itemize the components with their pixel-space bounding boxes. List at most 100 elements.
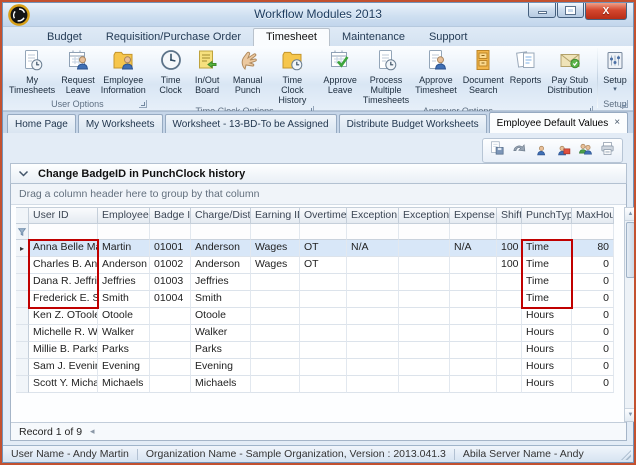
ribbon-tab-budget[interactable]: Budget [35,29,94,46]
grid-cell[interactable]: Jeffries [98,274,150,291]
grid-cell[interactable] [497,308,522,325]
approve-timesheet-button[interactable]: Approve Timesheet [413,47,459,96]
grid-cell[interactable] [347,325,399,342]
grid-cell[interactable]: Hours [522,359,572,376]
grid-cell[interactable] [347,376,399,393]
doc-tab-my-worksheets[interactable]: My Worksheets [78,114,163,133]
grid-cell[interactable]: Anderson [98,257,150,274]
grid-cell[interactable]: Hours [522,342,572,359]
grid-cell[interactable] [251,342,300,359]
grid-cell[interactable]: Wages [251,240,300,257]
print-button[interactable] [598,141,617,160]
grid-cell[interactable]: Anderson [191,257,251,274]
grid-cell[interactable] [497,274,522,291]
scroll-up-icon[interactable]: ▲ [625,208,636,221]
ribbon-tab-maintenance[interactable]: Maintenance [330,29,417,46]
table-row[interactable]: Frederick E. SmithSmith01004SmithTime0 [16,291,614,308]
undo-button[interactable] [510,141,529,160]
column-header-maxhours[interactable]: MaxHours [572,207,614,224]
grid-cell[interactable]: 100 [497,240,522,257]
doc-tab-worksheet-bd-to-be-assigned[interactable]: Worksheet - 13-BD-To be Assigned [165,114,337,133]
grid-cell[interactable]: 0 [572,342,614,359]
grid-cell[interactable]: Anderson [191,240,251,257]
column-header-overtime-id[interactable]: Overtime ID [300,207,347,224]
grid-cell[interactable] [450,274,497,291]
section-header[interactable]: Change BadgeID in PunchClock history [10,163,627,184]
grid-cell[interactable] [300,359,347,376]
grid-cell[interactable]: Millie B. Parks [29,342,98,359]
column-header-badge-id[interactable]: Badge ID [150,207,191,224]
grid-cell[interactable] [251,274,300,291]
table-row[interactable]: Sam J. EveningEveningEveningHours0 [16,359,614,376]
grid-cell[interactable] [150,342,191,359]
ribbon-tab-requisition-purchase-order[interactable]: Requisition/Purchase Order [94,29,253,46]
grid-cell[interactable] [497,359,522,376]
grid-cell[interactable] [251,325,300,342]
grid-cell[interactable] [399,342,450,359]
column-header-charge-dist-id[interactable]: Charge/Dist ID [191,207,251,224]
grid-cell[interactable]: 0 [572,325,614,342]
grid-cell[interactable] [347,308,399,325]
filter-cell[interactable] [150,224,191,240]
grid-cell[interactable]: N/A [347,240,399,257]
grid-cell[interactable] [399,359,450,376]
maximize-button[interactable] [557,3,584,18]
dialog-launcher-icon[interactable] [620,100,628,108]
manual-punch-button[interactable]: Manual Punch [227,47,268,96]
grid-cell[interactable]: 0 [572,308,614,325]
column-header-exception-a[interactable]: Exception A [347,207,399,224]
filter-cell[interactable] [300,224,347,240]
filter-cell[interactable] [399,224,450,240]
grid-cell[interactable]: Hours [522,376,572,393]
filter-cell[interactable] [251,224,300,240]
column-header-exception-b[interactable]: Exception B [399,207,450,224]
time-clock-button[interactable]: Time Clock [154,47,186,96]
ribbon-tab-support[interactable]: Support [417,29,480,46]
grid-cell[interactable]: Walker [98,325,150,342]
grid-cell[interactable] [300,342,347,359]
grid-cell[interactable]: 0 [572,257,614,274]
grid-cell[interactable]: Evening [98,359,150,376]
record-prev-icon[interactable]: ◂ [90,426,95,437]
save-button[interactable] [488,141,507,160]
grid-cell[interactable] [150,376,191,393]
time-clock-history-button[interactable]: Time Clock History [270,47,315,106]
grid-cell[interactable]: Michaels [191,376,251,393]
filter-cell[interactable] [98,224,150,240]
grid-cell[interactable]: 01001 [150,240,191,257]
grid-cell[interactable]: Time [522,274,572,291]
grid-cell[interactable]: Wages [251,257,300,274]
collapse-chevron-icon[interactable] [18,169,29,178]
grid-cell[interactable]: Hours [522,308,572,325]
grid-cell[interactable] [399,308,450,325]
grid-cell[interactable] [497,342,522,359]
grid-cell[interactable]: Scott Y. Michaels [29,376,98,393]
approve-leave-button[interactable]: Approve Leave [321,47,359,96]
grid-cell[interactable] [347,342,399,359]
grid-cell[interactable] [347,359,399,376]
grid-cell[interactable]: Evening [191,359,251,376]
grid-cell[interactable] [450,257,497,274]
grid-cell[interactable] [150,308,191,325]
grid-cell[interactable]: Parks [98,342,150,359]
column-header-punchtype[interactable]: PunchType [522,207,572,224]
grid-cell[interactable] [399,291,450,308]
doc-tab-distribute-budget-worksheets[interactable]: Distribute Budget Worksheets [339,114,487,133]
grid-cell[interactable]: 0 [572,359,614,376]
grid-cell[interactable]: 0 [572,291,614,308]
document-search-button[interactable]: Document Search [461,47,506,96]
my-timesheets-button[interactable]: My Timesheets [7,47,57,96]
table-row[interactable]: Michelle R. WalkerWalkerWalkerHours0 [16,325,614,342]
filter-cell[interactable] [450,224,497,240]
grid-cell[interactable] [399,240,450,257]
filter-cell[interactable] [191,224,251,240]
grid-cell[interactable] [150,359,191,376]
group-by-hint[interactable]: Drag a column header here to group by th… [11,184,626,205]
grid-cell[interactable] [251,308,300,325]
filter-cell[interactable] [522,224,572,240]
grid-cell[interactable]: Charles B. Anderson [29,257,98,274]
grid-cell[interactable] [399,376,450,393]
grid-cell[interactable]: 80 [572,240,614,257]
request-leave-button[interactable]: Request Leave [59,47,97,96]
grid-cell[interactable] [347,291,399,308]
